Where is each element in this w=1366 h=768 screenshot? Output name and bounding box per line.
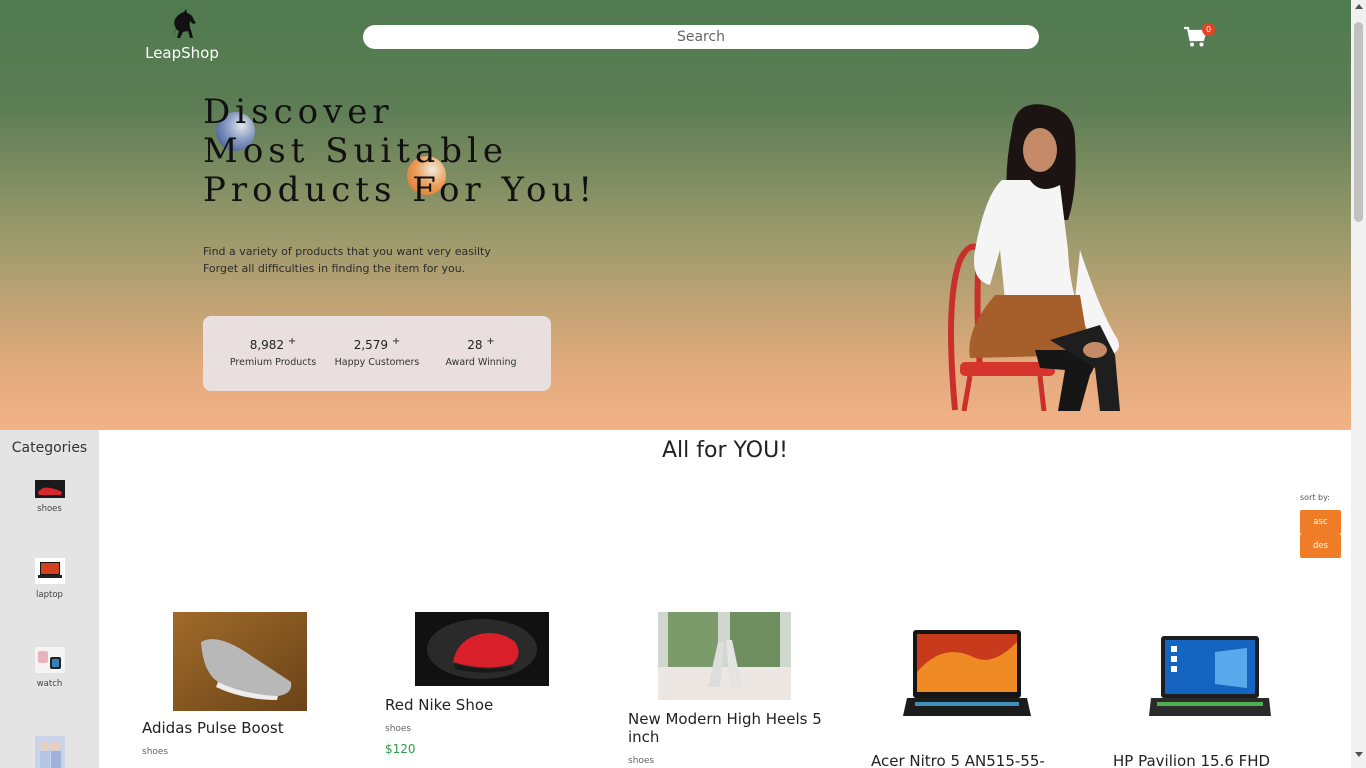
section-title: All for YOU! bbox=[662, 438, 788, 463]
product-name[interactable]: HP Pavilion 15.6 FHD bbox=[1113, 752, 1313, 768]
product-image bbox=[173, 612, 307, 711]
shoes-thumbnail bbox=[34, 480, 65, 498]
stat-label: Premium Products bbox=[229, 357, 317, 368]
product-image bbox=[903, 630, 1031, 716]
sidebar-item-label: laptop bbox=[36, 590, 63, 600]
stat-plus: + bbox=[287, 336, 297, 347]
stat-value: 28 bbox=[467, 338, 483, 352]
product-card[interactable]: Adidas Pulse Boost shoes bbox=[142, 612, 342, 757]
product-card[interactable]: HP Pavilion 15.6 FHD bbox=[1113, 612, 1313, 768]
sort-asc-button[interactable]: asc bbox=[1300, 510, 1341, 534]
laptop-thumbnail bbox=[34, 558, 65, 584]
watch-thumbnail bbox=[34, 647, 65, 673]
stat-value: 8,982 bbox=[249, 338, 285, 352]
stat-label: Happy Customers bbox=[334, 357, 420, 368]
cart-count-badge: 0 bbox=[1202, 23, 1215, 36]
hero-subtitle: Find a variety of products that you want… bbox=[203, 243, 491, 277]
product-category: shoes bbox=[628, 756, 655, 766]
headline-line: Products For You! bbox=[203, 170, 598, 210]
sidebar-item-label: watch bbox=[36, 679, 63, 689]
scroll-thumb[interactable] bbox=[1354, 22, 1363, 222]
product-image bbox=[415, 612, 549, 686]
product-category: shoes bbox=[142, 747, 169, 757]
product-name[interactable]: Acer Nitro 5 AN515-55- bbox=[871, 752, 1071, 768]
headline-line: Most Suitable bbox=[203, 131, 508, 171]
hero-model-image bbox=[948, 104, 1120, 411]
search-input[interactable] bbox=[363, 25, 1039, 49]
product-image bbox=[1149, 636, 1271, 716]
stat-value: 2,579 bbox=[353, 338, 389, 352]
product-name[interactable]: Adidas Pulse Boost bbox=[142, 719, 342, 737]
product-card[interactable]: New Modern High Heels 5 inch shoes bbox=[628, 612, 828, 766]
stat-plus: + bbox=[486, 336, 495, 347]
scroll-up-arrow-icon[interactable] bbox=[1355, 4, 1363, 9]
sidebar-item-laptop[interactable]: laptop bbox=[0, 558, 99, 600]
stats-card: 8,982 + Premium Products 2,579 + Happy C… bbox=[203, 316, 551, 391]
cart-button[interactable]: 0 bbox=[1183, 23, 1215, 50]
sort-des-button[interactable]: des bbox=[1300, 534, 1341, 558]
subtitle-line: Find a variety of products that you want… bbox=[203, 245, 491, 258]
sidebar-item-more[interactable] bbox=[0, 736, 99, 768]
brand-logo[interactable]: LeapShop bbox=[140, 8, 224, 62]
sidebar-item-watch[interactable]: watch bbox=[0, 647, 99, 689]
product-category: shoes bbox=[385, 724, 412, 734]
hero-headline: Discover Most Suitable Products For You! bbox=[203, 93, 623, 210]
stat-happy-customers: 2,579 + Happy Customers bbox=[325, 336, 429, 391]
scroll-down-arrow-icon[interactable] bbox=[1355, 752, 1363, 757]
headline-line: Discover bbox=[203, 92, 394, 132]
product-card[interactable]: Acer Nitro 5 AN515-55- bbox=[871, 612, 1071, 768]
product-card[interactable]: Red Nike Shoe shoes $120 bbox=[385, 612, 585, 756]
product-name[interactable]: New Modern High Heels 5 inch bbox=[628, 710, 828, 746]
sidebar-title: Categories bbox=[11, 440, 88, 456]
category-thumbnail bbox=[34, 736, 65, 768]
stat-premium-products: 8,982 + Premium Products bbox=[221, 336, 325, 391]
product-image bbox=[658, 612, 791, 700]
sidebar-item-shoes[interactable]: shoes bbox=[0, 480, 99, 514]
hero-banner: LeapShop 0 Discover Most Suitable Produc… bbox=[0, 0, 1351, 430]
sidebar-item-label: shoes bbox=[37, 504, 62, 514]
horse-icon bbox=[173, 9, 196, 38]
subtitle-line: Forget all difficulties in finding the i… bbox=[203, 262, 466, 275]
stat-label: Award Winning bbox=[445, 357, 517, 368]
stat-award-winning: 28 + Award Winning bbox=[429, 336, 533, 391]
product-name[interactable]: Red Nike Shoe bbox=[385, 696, 585, 714]
sort-label: sort by: bbox=[1300, 493, 1330, 502]
brand-name: LeapShop bbox=[145, 44, 219, 62]
categories-sidebar: Categories shoes laptop watch bbox=[0, 430, 99, 768]
product-price: $120 bbox=[385, 742, 416, 756]
stat-plus: + bbox=[391, 336, 401, 347]
page-scrollbar[interactable] bbox=[1351, 0, 1366, 768]
